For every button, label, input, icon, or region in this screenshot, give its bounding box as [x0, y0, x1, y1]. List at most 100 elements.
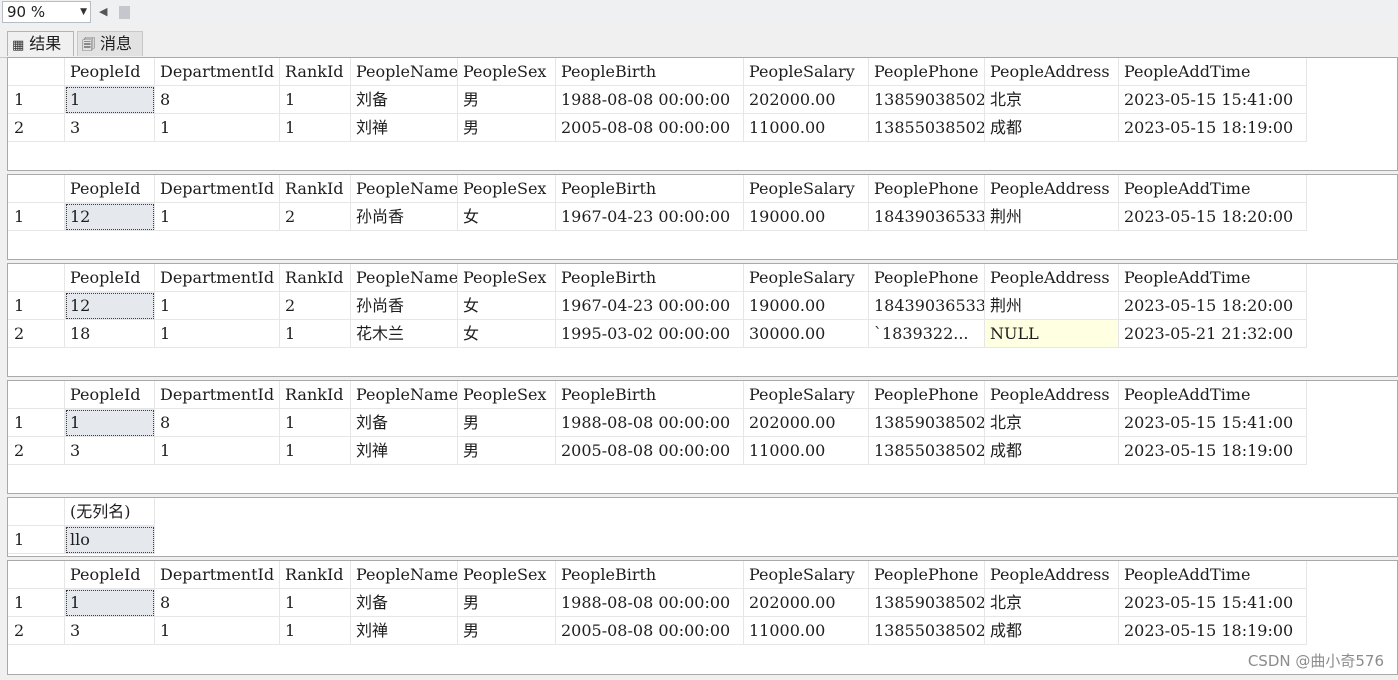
grid-cell[interactable]: 男 [458, 617, 556, 645]
row-number[interactable]: 1 [8, 589, 65, 617]
column-header[interactable]: PeoplePhone [869, 561, 985, 589]
zoom-select[interactable]: 90 % ▼ [2, 1, 91, 23]
column-header[interactable]: DepartmentId [155, 381, 280, 409]
column-header[interactable]: PeopleSalary [744, 561, 869, 589]
grid-cell[interactable]: 2023-05-15 18:20:00 [1119, 292, 1307, 320]
column-header[interactable]: PeoplePhone [869, 175, 985, 203]
grid-cell[interactable]: 成都 [985, 437, 1119, 465]
grid-cell[interactable]: 荆州 [985, 292, 1119, 320]
grid-cell[interactable]: 1 [155, 437, 280, 465]
grid-cell[interactable]: 成都 [985, 617, 1119, 645]
result-grid[interactable]: PeopleId DepartmentId RankId PeopleName Peop… [7, 560, 1398, 675]
column-header[interactable]: PeopleId [65, 175, 155, 203]
column-header[interactable]: PeopleName [351, 264, 458, 292]
tab-results[interactable]: ▦ 结果 [7, 31, 74, 56]
column-header[interactable]: PeopleName [351, 175, 458, 203]
grid-cell[interactable]: llo [65, 526, 155, 554]
grid-cell[interactable]: 男 [458, 86, 556, 114]
grid-cell[interactable]: 1 [65, 589, 155, 617]
column-header[interactable]: PeoplePhone [869, 58, 985, 86]
header-corner[interactable] [8, 498, 65, 526]
column-header[interactable]: PeopleAddTime [1119, 58, 1307, 86]
column-header[interactable]: (无列名) [65, 498, 155, 526]
grid-cell[interactable]: 13859038502 [869, 86, 985, 114]
grid-cell[interactable]: 男 [458, 114, 556, 142]
column-header[interactable]: RankId [280, 561, 351, 589]
grid-cell[interactable]: 1 [280, 114, 351, 142]
column-header[interactable]: PeopleAddress [985, 58, 1119, 86]
grid-cell[interactable]: 1988-08-08 00:00:00 [556, 86, 744, 114]
grid-cell[interactable]: 北京 [985, 589, 1119, 617]
grid-cell[interactable]: 北京 [985, 409, 1119, 437]
grid-cell[interactable]: 2023-05-15 15:41:00 [1119, 409, 1307, 437]
header-corner[interactable] [8, 58, 65, 86]
grid-cell[interactable]: 成都 [985, 114, 1119, 142]
grid-cell[interactable]: 刘备 [351, 409, 458, 437]
horizontal-scroll-thumb[interactable] [119, 6, 130, 19]
grid-cell[interactable]: 女 [458, 292, 556, 320]
column-header[interactable]: DepartmentId [155, 264, 280, 292]
grid-cell[interactable]: 男 [458, 589, 556, 617]
column-header[interactable]: PeopleName [351, 381, 458, 409]
row-number[interactable]: 2 [8, 617, 65, 645]
column-header[interactable]: PeopleAddTime [1119, 381, 1307, 409]
grid-cell[interactable]: 2023-05-15 18:20:00 [1119, 203, 1307, 231]
grid-cell[interactable]: 孙尚香 [351, 292, 458, 320]
result-grid[interactable]: PeopleId DepartmentId RankId PeopleName Peop… [7, 57, 1398, 171]
grid-cell[interactable]: 13859038502 [869, 589, 985, 617]
column-header[interactable]: PeopleAddress [985, 561, 1119, 589]
column-header[interactable]: PeopleAddTime [1119, 264, 1307, 292]
result-grid[interactable]: PeopleId DepartmentId RankId PeopleName Peop… [7, 263, 1398, 377]
column-header[interactable]: PeopleBirth [556, 561, 744, 589]
grid-cell[interactable]: 2023-05-15 18:19:00 [1119, 617, 1307, 645]
grid-cell[interactable]: 11000.00 [744, 437, 869, 465]
grid-cell[interactable]: 1 [280, 320, 351, 348]
column-header[interactable]: PeopleSex [458, 264, 556, 292]
grid-cell[interactable]: 1988-08-08 00:00:00 [556, 589, 744, 617]
grid-cell[interactable]: 1 [155, 114, 280, 142]
header-corner[interactable] [8, 381, 65, 409]
grid-cell[interactable]: 1967-04-23 00:00:00 [556, 203, 744, 231]
column-header[interactable]: PeopleSex [458, 175, 556, 203]
grid-cell[interactable]: 1 [65, 409, 155, 437]
grid-cell[interactable]: 刘禅 [351, 437, 458, 465]
grid-cell[interactable]: 女 [458, 203, 556, 231]
grid-cell[interactable]: 2005-08-08 00:00:00 [556, 437, 744, 465]
grid-cell[interactable]: 1 [155, 292, 280, 320]
row-number[interactable]: 2 [8, 114, 65, 142]
column-header[interactable]: PeopleSex [458, 58, 556, 86]
grid-cell[interactable]: 1995-03-02 00:00:00 [556, 320, 744, 348]
column-header[interactable]: PeopleSalary [744, 381, 869, 409]
grid-cell[interactable]: 2005-08-08 00:00:00 [556, 617, 744, 645]
column-header[interactable]: PeopleAddTime [1119, 175, 1307, 203]
header-corner[interactable] [8, 561, 65, 589]
scroll-left-icon[interactable]: ◀ [99, 5, 107, 18]
grid-cell[interactable]: 刘备 [351, 589, 458, 617]
column-header[interactable]: PeopleSex [458, 561, 556, 589]
column-header[interactable]: DepartmentId [155, 58, 280, 86]
grid-cell[interactable]: 13855038502 [869, 617, 985, 645]
column-header[interactable]: PeoplePhone [869, 264, 985, 292]
column-header[interactable]: PeopleName [351, 561, 458, 589]
grid-cell[interactable]: 2023-05-15 15:41:00 [1119, 86, 1307, 114]
result-grid[interactable]: PeopleId DepartmentId RankId PeopleName Peop… [7, 380, 1398, 494]
result-grid[interactable]: PeopleId DepartmentId RankId PeopleName Peop… [7, 174, 1398, 260]
column-header[interactable]: PeopleSalary [744, 264, 869, 292]
column-header[interactable]: PeoplePhone [869, 381, 985, 409]
grid-cell[interactable]: 男 [458, 437, 556, 465]
column-header[interactable]: PeopleAddTime [1119, 561, 1307, 589]
grid-cell[interactable]: 1 [155, 617, 280, 645]
column-header[interactable]: RankId [280, 58, 351, 86]
grid-cell[interactable]: 3 [65, 617, 155, 645]
grid-cell[interactable]: 8 [155, 589, 280, 617]
grid-cell[interactable]: 荆州 [985, 203, 1119, 231]
row-number[interactable]: 1 [8, 203, 65, 231]
grid-cell[interactable]: 12 [65, 292, 155, 320]
tab-messages[interactable]: 🗐 消息 [77, 31, 143, 56]
grid-cell[interactable]: 18 [65, 320, 155, 348]
grid-cell[interactable]: 11000.00 [744, 617, 869, 645]
grid-cell[interactable]: 3 [65, 437, 155, 465]
grid-cell[interactable]: 1 [280, 589, 351, 617]
grid-cell[interactable]: 13855038502 [869, 437, 985, 465]
row-number[interactable]: 1 [8, 292, 65, 320]
